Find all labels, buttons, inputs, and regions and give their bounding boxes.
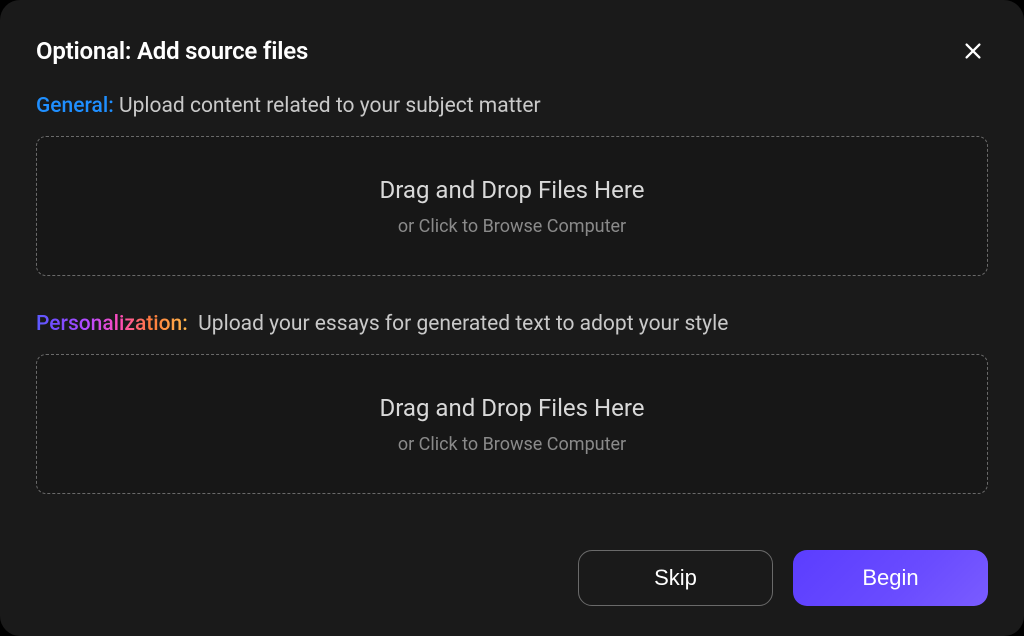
personalization-section: Personalization: Upload your essays for … — [36, 312, 988, 494]
modal-header: Optional: Add source files — [36, 36, 988, 66]
personalization-dropzone-subtitle: or Click to Browse Computer — [398, 434, 626, 455]
modal-title: Optional: Add source files — [36, 37, 308, 65]
personalization-description: Upload your essays for generated text to… — [198, 312, 728, 336]
personalization-label: Personalization: — [36, 312, 188, 336]
begin-button[interactable]: Begin — [793, 550, 988, 606]
general-dropzone[interactable]: Drag and Drop Files Here or Click to Bro… — [36, 136, 988, 276]
close-icon — [962, 40, 984, 62]
general-section-label: General: Upload content related to your … — [36, 94, 988, 118]
personalization-section-label: Personalization: Upload your essays for … — [36, 312, 988, 336]
general-dropzone-title: Drag and Drop Files Here — [380, 176, 645, 204]
personalization-dropzone[interactable]: Drag and Drop Files Here or Click to Bro… — [36, 354, 988, 494]
close-button[interactable] — [958, 36, 988, 66]
general-description: Upload content related to your subject m… — [119, 94, 541, 118]
general-label: General: — [36, 94, 114, 118]
skip-button[interactable]: Skip — [578, 550, 773, 606]
personalization-dropzone-title: Drag and Drop Files Here — [380, 394, 645, 422]
modal-footer: Skip Begin — [36, 550, 988, 606]
add-source-files-modal: Optional: Add source files General: Uplo… — [0, 0, 1024, 636]
general-dropzone-subtitle: or Click to Browse Computer — [398, 216, 626, 237]
general-section: General: Upload content related to your … — [36, 94, 988, 276]
